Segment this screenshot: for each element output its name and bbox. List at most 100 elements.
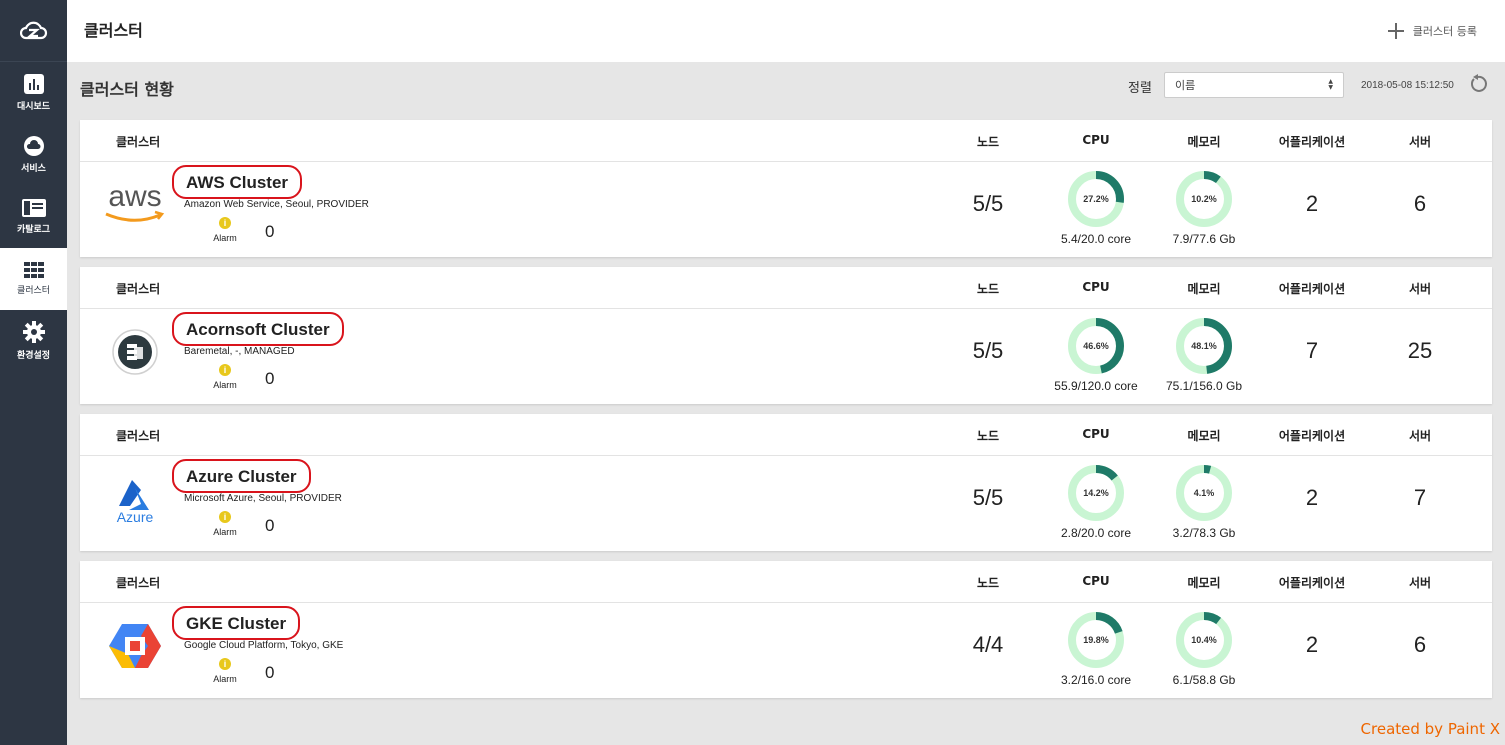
col-memory-header: 메모리 [1187, 282, 1221, 296]
cluster-card[interactable]: 클러스터 노드 CPU 메모리 어플리케이션 서버 Azure Azure Cl… [80, 414, 1492, 551]
register-cluster-button[interactable]: 클러스터 등록 [1387, 22, 1477, 40]
cluster-description: Microsoft Azure, Seoul, PROVIDER [184, 493, 342, 504]
cpu-percent: 19.8% [1083, 635, 1109, 645]
cpu-donut: 14.2% [1066, 463, 1126, 523]
col-cpu-header: CPU [1082, 280, 1110, 294]
alarm-indicator[interactable]: i Alarm [209, 511, 241, 537]
col-cluster-header: 클러스터 [116, 576, 161, 590]
col-cpu-header: CPU [1082, 133, 1110, 147]
cluster-description: Google Cloud Platform, Tokyo, GKE [184, 640, 344, 651]
cpu-percent: 27.2% [1083, 194, 1109, 204]
alarm-count: 0 [265, 222, 275, 241]
refresh-icon [1471, 74, 1487, 92]
col-server-header: 서버 [1408, 135, 1432, 149]
memory-usage: 3.2/78.3 Gb [1172, 526, 1236, 540]
app-count: 7 [1305, 338, 1319, 363]
col-cpu-header: CPU [1082, 574, 1110, 588]
server-count: 7 [1413, 485, 1427, 510]
node-count: 5/5 [972, 338, 1004, 363]
cpu-usage: 3.2/16.0 core [1060, 673, 1132, 687]
alarm-indicator[interactable]: i Alarm [209, 364, 241, 390]
svg-text:aws: aws [108, 180, 161, 213]
memory-donut: 48.1% [1174, 316, 1234, 376]
memory-percent: 48.1% [1191, 341, 1217, 351]
sidebar-item-label: 클러스터 [16, 286, 51, 296]
col-memory-header: 메모리 [1187, 135, 1221, 149]
cloud-logo-icon [19, 21, 47, 39]
alarm-count: 0 [265, 663, 275, 682]
last-updated-timestamp: 2018-05-08 15:12:50 [1361, 80, 1454, 91]
sidebar-item-label: 환경설정 [16, 351, 51, 361]
cloud-icon [23, 136, 44, 156]
cpu-percent: 46.6% [1083, 341, 1109, 351]
sidebar: 대시보드 서비스 카탈로그 클러스터 환경설정 [0, 0, 67, 745]
info-icon: i [219, 511, 231, 523]
server-count: 6 [1413, 191, 1427, 216]
col-cluster-header: 클러스터 [116, 282, 161, 296]
sidebar-item-cluster[interactable]: 클러스터 [0, 248, 67, 310]
col-node-header: 노드 [976, 576, 1000, 590]
info-icon: i [219, 364, 231, 376]
sidebar-item-dashboard[interactable]: 대시보드 [0, 62, 67, 124]
alarm-indicator[interactable]: i Alarm [209, 658, 241, 684]
bar-chart-icon [23, 74, 44, 94]
alarm-label: Alarm [213, 380, 237, 390]
col-node-header: 노드 [976, 135, 1000, 149]
card-header: 클러스터 노드 CPU 메모리 어플리케이션 서버 [80, 120, 1492, 162]
info-icon: i [219, 658, 231, 670]
cpu-usage: 5.4/20.0 core [1060, 232, 1132, 246]
alarm-count: 0 [265, 369, 275, 388]
cluster-name: GKE Cluster [186, 614, 287, 633]
page-title: 클러스터 현황 [80, 80, 174, 99]
cluster-name-link[interactable]: GKE Cluster [172, 606, 301, 640]
watermark: Created by Paint X [1360, 720, 1500, 738]
col-server-header: 서버 [1408, 576, 1432, 590]
baremetal-logo [100, 324, 170, 379]
app-count: 2 [1305, 485, 1319, 510]
cluster-name-link[interactable]: Azure Cluster [172, 459, 311, 493]
sort-select[interactable]: 이름 ▲ ▼ [1164, 72, 1344, 98]
memory-percent: 10.2% [1191, 194, 1217, 204]
memory-usage: 7.9/77.6 Gb [1172, 232, 1236, 246]
sidebar-item-service[interactable]: 서비스 [0, 124, 67, 186]
app-count: 2 [1305, 632, 1319, 657]
col-app-header: 어플리케이션 [1278, 576, 1346, 590]
select-arrows-icon: ▲ ▼ [1328, 78, 1333, 91]
alarm-indicator[interactable]: i Alarm [209, 217, 241, 243]
memory-usage: 6.1/58.8 Gb [1172, 673, 1236, 687]
sidebar-item-label: 서비스 [21, 164, 46, 174]
col-memory-header: 메모리 [1187, 429, 1221, 443]
cluster-name-link[interactable]: AWS Cluster [172, 165, 303, 199]
sidebar-item-settings[interactable]: 환경설정 [0, 310, 67, 372]
memory-donut: 4.1% [1174, 463, 1234, 523]
top-header: 클러스터 클러스터 등록 [67, 0, 1505, 62]
aws-logo: aws [100, 177, 170, 232]
cpu-donut: 27.2% [1066, 169, 1126, 229]
cpu-usage: 55.9/120.0 core [1054, 379, 1138, 393]
cluster-card[interactable]: 클러스터 노드 CPU 메모리 어플리케이션 서버 Acornsoft Clus… [80, 267, 1492, 404]
cluster-card[interactable]: 클러스터 노드 CPU 메모리 어플리케이션 서버 aws AWS Cluste… [80, 120, 1492, 257]
alarm-label: Alarm [213, 674, 237, 684]
refresh-button[interactable] [1468, 74, 1488, 99]
card-header: 클러스터 노드 CPU 메모리 어플리케이션 서버 [80, 561, 1492, 603]
info-icon: i [219, 217, 231, 229]
cluster-name-link[interactable]: Acornsoft Cluster [172, 312, 344, 346]
cluster-card[interactable]: 클러스터 노드 CPU 메모리 어플리케이션 서버 GKE Cluster Go… [80, 561, 1492, 698]
book-icon [21, 199, 46, 217]
cluster-description: Baremetal, -, MANAGED [184, 346, 295, 357]
server-count: 6 [1413, 632, 1427, 657]
cluster-name: AWS Cluster [186, 173, 289, 192]
cpu-usage: 2.8/20.0 core [1060, 526, 1132, 540]
app-logo[interactable] [0, 0, 67, 62]
page-header-title: 클러스터 [84, 21, 143, 40]
col-app-header: 어플리케이션 [1278, 282, 1346, 296]
gear-icon [22, 321, 45, 343]
plus-icon [1387, 23, 1404, 39]
sidebar-item-catalog[interactable]: 카탈로그 [0, 186, 67, 248]
col-node-header: 노드 [976, 282, 1000, 296]
cpu-percent: 14.2% [1083, 488, 1109, 498]
col-node-header: 노드 [976, 429, 1000, 443]
card-header: 클러스터 노드 CPU 메모리 어플리케이션 서버 [80, 267, 1492, 309]
node-count: 5/5 [972, 485, 1004, 510]
sidebar-item-label: 카탈로그 [16, 225, 51, 235]
